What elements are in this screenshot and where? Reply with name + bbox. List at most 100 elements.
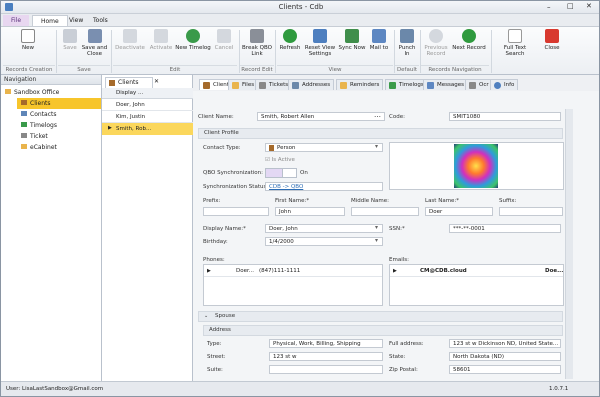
- list-header[interactable]: Display ...: [102, 88, 193, 99]
- contacts-icon: [21, 111, 27, 116]
- tab-file[interactable]: File: [3, 15, 30, 26]
- ribbon-tab-strip: File Home View Tools: [1, 14, 599, 26]
- app-window: Clients - Cdb – □ ✕ File Home View Tools…: [0, 0, 600, 397]
- cancel-button[interactable]: Cancel: [211, 29, 237, 66]
- nav-item-clients[interactable]: Clients: [17, 98, 101, 109]
- suffix-field[interactable]: [499, 207, 563, 216]
- person-icon: [269, 145, 274, 151]
- ssn-field[interactable]: ***-**-0001: [449, 224, 561, 233]
- emails-grid[interactable]: ▶ CM@CDB.cloud Doe...: [389, 264, 564, 306]
- refresh-button[interactable]: Refresh: [277, 29, 303, 66]
- client-name-field[interactable]: Smith, Robert Allen: [257, 112, 385, 121]
- previous-record-button[interactable]: Previous Record: [422, 29, 450, 66]
- middle-name-label: Middle Name:: [351, 198, 389, 204]
- list-item[interactable]: Kim, Justin: [102, 111, 193, 123]
- qbo-sync-toggle[interactable]: [265, 168, 297, 178]
- nav-item-ecabinet[interactable]: eCabinet: [17, 142, 101, 153]
- expand-icon[interactable]: ▶: [393, 265, 397, 277]
- client-tab-icon: [203, 82, 210, 89]
- middle-name-field[interactable]: [351, 207, 419, 216]
- close-button[interactable]: Close: [541, 29, 563, 66]
- client-photo[interactable]: [389, 142, 564, 190]
- client-profile-section: Client Profile: [198, 128, 563, 139]
- table-row[interactable]: ▶ Doer... (847)111-1111: [204, 265, 382, 277]
- activate-button[interactable]: Activate: [147, 29, 175, 66]
- break-qbo-link-button[interactable]: Break QBO Link: [241, 29, 273, 66]
- tab-ocr[interactable]: Ocr: [465, 79, 493, 90]
- birthday-field[interactable]: 1/4/2000: [265, 237, 383, 246]
- save-close-button[interactable]: Save and Close: [81, 29, 108, 66]
- display-name-field[interactable]: Doer, John: [265, 224, 383, 233]
- punch-in-button[interactable]: Punch In: [396, 29, 418, 66]
- tab-tickets[interactable]: Tickets: [255, 79, 293, 90]
- tab-timelogs[interactable]: Timelogs: [385, 79, 428, 90]
- sync-status-link[interactable]: CDB -> QBO: [265, 182, 383, 191]
- timelogs-tab-icon: [389, 82, 396, 89]
- client-list-panel: Clients ✕ Display ... Doer, John Kim, Ju…: [102, 75, 193, 381]
- list-item-selected[interactable]: Smith, Rob...: [102, 123, 193, 135]
- close-window-icon[interactable]: ✕: [586, 2, 592, 10]
- code-label: Code:: [389, 114, 405, 120]
- tab-addresses[interactable]: Addresses: [288, 79, 335, 90]
- full-text-search-button[interactable]: Full Text Search: [497, 29, 533, 66]
- tab-clients[interactable]: Clients: [105, 77, 153, 88]
- last-name-field[interactable]: Doer: [425, 207, 493, 216]
- new-timelog-button[interactable]: New Timelog: [175, 29, 211, 66]
- full-address-label: Full address:: [389, 341, 424, 347]
- calendar-dropdown-icon[interactable]: ▾: [375, 237, 378, 244]
- nav-item-contacts[interactable]: Contacts: [17, 109, 101, 120]
- ocr-icon: [469, 82, 476, 89]
- prefix-field[interactable]: [203, 207, 269, 216]
- chevron-down-icon[interactable]: ▾: [375, 143, 378, 150]
- title-bar: Clients - Cdb – □ ✕: [1, 1, 599, 14]
- nav-item-ticket[interactable]: Ticket: [17, 131, 101, 142]
- mail-to-button[interactable]: Mail to: [367, 29, 391, 66]
- group-records-creation: Records Creation: [3, 65, 55, 74]
- nav-item-sandbox-office[interactable]: Sandbox Office: [1, 87, 101, 98]
- ribbon: New Records Creation Save Save and Close…: [1, 26, 599, 75]
- group-default: Default: [395, 65, 419, 73]
- minimize-icon[interactable]: –: [547, 3, 551, 11]
- table-row[interactable]: ▶ CM@CDB.cloud Doe...: [390, 265, 563, 277]
- tab-tools[interactable]: Tools: [85, 15, 116, 26]
- spouse-section[interactable]: ⌄ Spouse: [198, 311, 563, 322]
- chevron-down-icon[interactable]: ▾: [375, 224, 378, 231]
- deactivate-button[interactable]: Deactivate: [113, 29, 147, 66]
- sync-now-button[interactable]: Sync Now: [337, 29, 367, 66]
- suite-field[interactable]: [269, 365, 383, 374]
- reset-view-button[interactable]: Reset View Settings: [303, 29, 337, 66]
- ecabinet-icon: [21, 144, 27, 149]
- expand-icon[interactable]: ▶: [207, 265, 211, 277]
- tab-reminders[interactable]: Reminders: [336, 79, 384, 90]
- tab-messages[interactable]: Messages: [423, 79, 468, 90]
- more-options-icon[interactable]: …: [374, 111, 381, 119]
- tab-files[interactable]: Files: [228, 79, 259, 90]
- phones-grid[interactable]: ▶ Doer... (847)111-1111: [203, 264, 383, 306]
- ticket-icon: [21, 133, 27, 138]
- new-button[interactable]: New: [15, 29, 41, 66]
- status-version: 1.0.7.1: [549, 386, 569, 392]
- detail-tab-bar: Client Files Tickets Addresses Reminders…: [193, 75, 599, 91]
- code-field[interactable]: SMIT1080: [449, 112, 561, 121]
- tab-info[interactable]: Info: [490, 79, 519, 90]
- first-name-field[interactable]: John: [275, 207, 345, 216]
- phones-label: Phones:: [203, 257, 225, 263]
- contact-type-select[interactable]: Person: [265, 143, 383, 152]
- zip-field[interactable]: 58601: [449, 365, 561, 374]
- address-type-select[interactable]: Physical, Work, Billing, Shipping: [269, 339, 383, 348]
- save-button[interactable]: Save: [59, 29, 81, 66]
- first-name-label: First Name:*: [275, 198, 310, 204]
- status-user: User: LisaLastSandbox@Gmail.com: [6, 386, 104, 392]
- state-select[interactable]: North Dakota (ND): [449, 352, 561, 361]
- street-field[interactable]: 123 st w: [269, 352, 383, 361]
- is-active-checkbox[interactable]: ☑ Is Active: [265, 157, 295, 163]
- next-record-button[interactable]: Next Record: [451, 29, 487, 66]
- timelogs-icon: [21, 122, 27, 127]
- close-tab-icon[interactable]: ✕: [154, 78, 159, 85]
- nav-item-timelogs[interactable]: Timelogs: [17, 120, 101, 131]
- list-item[interactable]: Doer, John: [102, 99, 193, 111]
- full-address-field[interactable]: 123 st w Dickinson ND, United State...: [449, 339, 561, 348]
- form-scrollbar[interactable]: [565, 109, 573, 379]
- maximize-icon[interactable]: □: [567, 2, 574, 10]
- chevron-down-icon: ⌄: [204, 313, 209, 319]
